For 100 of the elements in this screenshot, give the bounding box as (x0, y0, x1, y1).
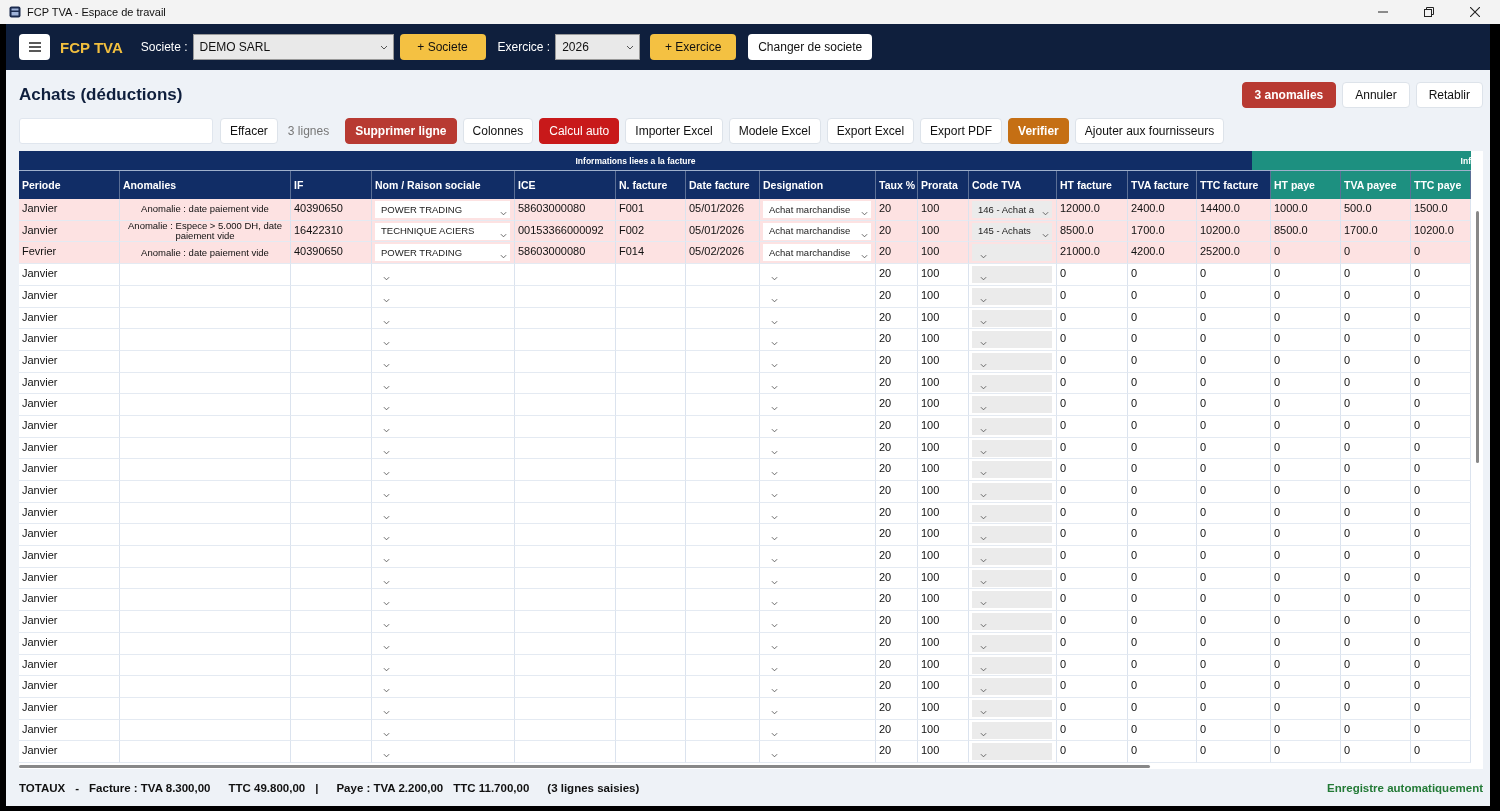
table-cell: 4200.0 (1128, 242, 1197, 265)
menu-button[interactable] (19, 34, 50, 60)
anomalies-button[interactable]: 3 anomalies (1241, 82, 1337, 109)
table-cell: 0 (1057, 372, 1128, 395)
add-year-button[interactable]: + Exercice (650, 34, 737, 60)
chevron-icon (771, 558, 778, 564)
code-select[interactable] (972, 569, 1052, 587)
chevron-icon (383, 449, 390, 455)
cell-select[interactable]: POWER TRADING (375, 201, 510, 219)
chevron-icon (980, 644, 987, 650)
restore-icon[interactable] (1424, 7, 1434, 17)
close-icon[interactable] (1470, 7, 1480, 17)
cell-select[interactable]: POWER TRADING (375, 244, 510, 262)
code-select[interactable] (972, 656, 1052, 674)
cell-select[interactable]: Achat marchandise (763, 244, 871, 262)
toolbar-button[interactable]: Calcul auto (539, 118, 620, 145)
table-cell: 0 (1341, 285, 1411, 308)
code-select[interactable] (972, 591, 1052, 609)
table-cell: 58603000080 (515, 199, 616, 221)
totals-text: (3 lignes saisies) (547, 781, 640, 794)
table-cell: 20 (876, 481, 918, 503)
table-cell: 40390650 (291, 242, 372, 265)
table-cell: 100 (918, 350, 969, 373)
table-cell: 20 (876, 459, 918, 482)
chevron-icon (980, 384, 987, 390)
chevron-icon (861, 232, 868, 238)
table-cell: 0 (1057, 654, 1128, 677)
cell-select[interactable]: Achat marchandise (763, 222, 871, 240)
table-cell: 20 (876, 719, 918, 742)
table-cell: 0 (1128, 437, 1197, 460)
code-select[interactable] (972, 678, 1052, 696)
code-select[interactable]: 146 - Achat a (972, 201, 1052, 219)
code-select[interactable] (972, 418, 1052, 435)
table-cell: 0 (1128, 589, 1197, 612)
toolbar-button[interactable]: Ajouter aux fournisseurs (1074, 118, 1225, 145)
code-select[interactable] (972, 287, 1052, 305)
app-icon (9, 6, 21, 18)
table-cell: 0 (1341, 697, 1411, 720)
year-select[interactable]: 2026 (555, 34, 641, 60)
table-cell: 20 (876, 502, 918, 525)
row-count: 3 lignes (287, 124, 330, 139)
code-select[interactable] (972, 743, 1052, 761)
table-cell: 05/02/2026 (686, 242, 760, 265)
chevron-icon (771, 428, 778, 433)
table-cell: 100 (918, 242, 969, 265)
chevron-icon (1042, 211, 1049, 217)
code-select[interactable] (972, 244, 1052, 262)
table-cell: 0 (1057, 589, 1128, 612)
toolbar-button[interactable]: Export PDF (920, 118, 1003, 145)
cell-select[interactable]: TECHNIQUE ACIERS (375, 222, 510, 240)
code-select[interactable] (972, 548, 1052, 566)
toolbar-button[interactable]: Importer Excel (625, 118, 723, 145)
code-select[interactable] (972, 483, 1052, 501)
table-cell: Janvier (19, 329, 120, 351)
code-select[interactable] (972, 374, 1052, 392)
clear-button[interactable]: Effacer (220, 118, 278, 145)
table-cell: 100 (918, 394, 969, 416)
toolbar-button[interactable]: Export Excel (826, 118, 915, 145)
switch-company-button[interactable]: Changer de societe (748, 34, 873, 60)
toolbar-button[interactable]: Supprimer ligne (345, 118, 457, 145)
code-select[interactable] (972, 439, 1052, 457)
code-select[interactable] (972, 396, 1052, 414)
code-select[interactable] (972, 461, 1052, 479)
table-cell: 0 (1271, 459, 1341, 482)
totals-text: - (75, 781, 80, 794)
code-select[interactable] (972, 721, 1052, 739)
table-cell: 0 (1271, 676, 1341, 698)
action-button[interactable]: Retablir (1415, 82, 1483, 109)
code-select[interactable] (972, 613, 1052, 631)
chevron-icon (771, 406, 778, 412)
code-select[interactable] (972, 266, 1052, 284)
chevron-icon (980, 276, 987, 282)
column-header: ICE (515, 171, 616, 200)
toolbar-button[interactable]: Verifier (1008, 118, 1069, 145)
table-cell: 0 (1271, 502, 1341, 525)
table-cell: 100 (918, 285, 969, 308)
table-cell: Janvier (19, 719, 120, 742)
code-select[interactable] (972, 699, 1052, 717)
code-select[interactable]: 145 - Achats (972, 222, 1052, 240)
code-select[interactable] (972, 504, 1052, 522)
code-select[interactable] (972, 309, 1052, 327)
company-select[interactable]: DEMO SARL (192, 34, 394, 60)
toolbar-button[interactable]: Modele Excel (728, 118, 821, 145)
code-select[interactable] (972, 331, 1052, 349)
action-button[interactable]: Annuler (1342, 82, 1410, 109)
code-select[interactable] (972, 634, 1052, 652)
column-header: TVA facture (1128, 171, 1197, 200)
table-cell: Janvier (19, 741, 120, 763)
search-field[interactable] (19, 118, 213, 145)
table-cell: 0 (1057, 741, 1128, 763)
table-cell: 0 (1057, 567, 1128, 590)
toolbar-button[interactable]: Colonnes (462, 118, 534, 145)
chevron-icon (980, 666, 987, 672)
code-select[interactable] (972, 526, 1052, 544)
code-select[interactable] (972, 352, 1052, 370)
table-cell (616, 307, 686, 330)
table-cell: 0 (1197, 741, 1271, 763)
table-cell: 0 (1197, 524, 1271, 547)
cell-select[interactable]: Achat marchandise (763, 201, 871, 219)
add-company-button[interactable]: + Societe (399, 34, 486, 60)
